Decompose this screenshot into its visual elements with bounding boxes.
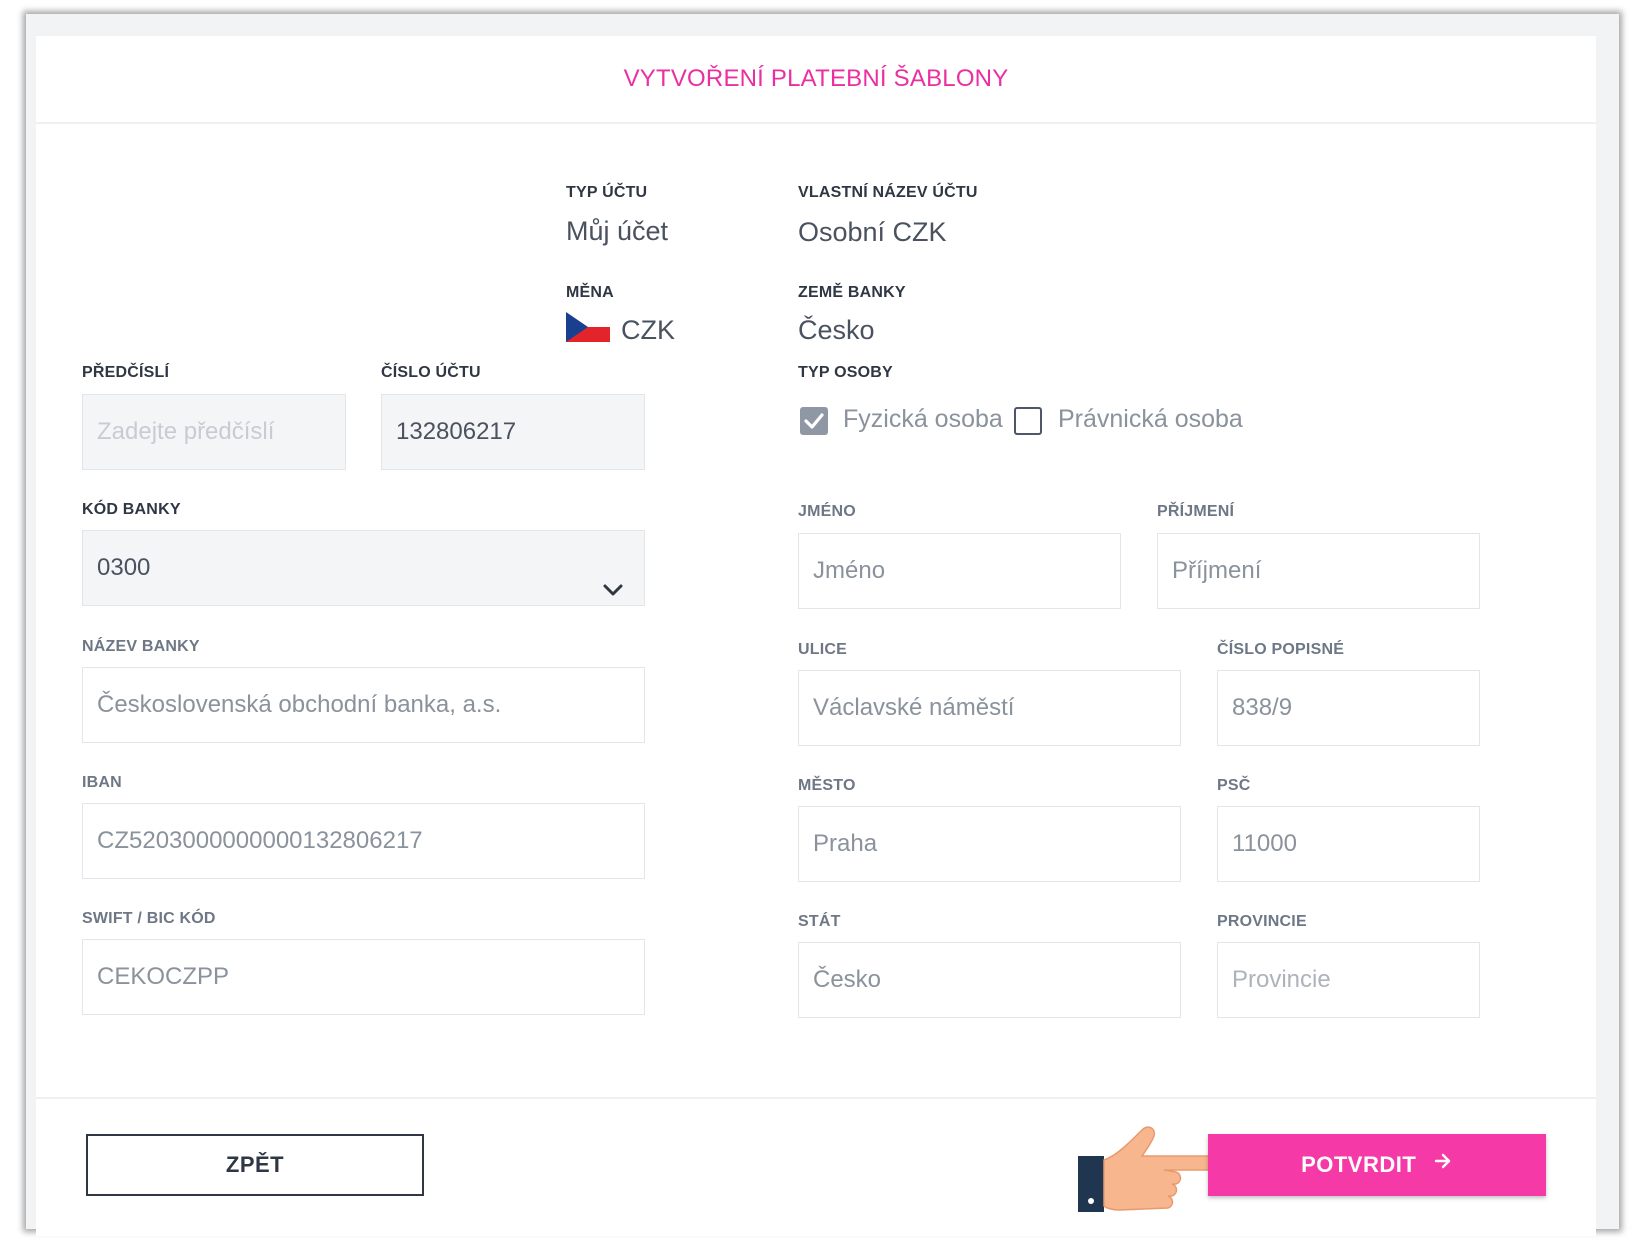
czech-flag-icon [566,312,610,342]
city-field: Praha [798,806,1181,882]
province-label: PROVINCIE [1217,913,1307,930]
pointing-hand-icon [1076,1126,1221,1241]
bank-name-label: NÁZEV BANKY [82,638,200,655]
swift-field: CEKOCZPP [82,939,645,1015]
bank-country-label: ZEMĚ BANKY [798,284,906,301]
account-type-value: Můj účet [566,216,669,246]
last-name-field: Příjmení [1157,533,1480,609]
window-frame: VYTVOŘENÍ PLATEBNÍ ŠABLONY TYP ÚČTU Můj … [26,14,1619,1236]
bank-name-field: Československá obchodní banka, a.s. [82,667,645,743]
street-label: ULICE [798,641,847,658]
zip-field: 11000 [1217,806,1480,882]
person-type-label: TYP OSOBY [798,364,893,381]
province-field: Provincie [1217,942,1480,1018]
street-field: Václavské náměstí [798,670,1181,746]
first-name-field: Jméno [798,533,1121,609]
province-placeholder: Provincie [1232,966,1331,993]
footer-divider [36,1097,1596,1099]
currency-value: CZK [621,315,675,345]
house-number-field: 838/9 [1217,670,1480,746]
legal-person-checkbox[interactable] [1014,407,1042,435]
checkmark-icon [804,413,824,429]
account-number-label: ČÍSLO ÚČTU [381,364,481,381]
prefix-input[interactable]: Zadejte předčíslí [82,394,346,470]
first-name-label: JMÉNO [798,503,856,520]
state-label: STÁT [798,913,841,930]
natural-person-label[interactable]: Fyzická osoba [843,405,1003,434]
chevron-down-icon [602,557,624,596]
state-field: Česko [798,942,1181,1018]
legal-person-label[interactable]: Právnická osoba [1058,405,1243,434]
account-number-input[interactable]: 132806217 [381,394,645,470]
bank-code-value: 0300 [97,554,151,581]
arrow-right-icon [1433,1133,1453,1195]
prefix-label: PŘEDČÍSLÍ [82,364,170,381]
swift-label: SWIFT / BIC KÓD [82,910,216,927]
account-name-label: VLASTNÍ NÁZEV ÚČTU [798,184,978,201]
prefix-placeholder: Zadejte předčíslí [97,418,275,445]
bank-country-value: Česko [798,315,875,345]
account-name-value: Osobní CZK [798,217,947,247]
city-label: MĚSTO [798,777,856,794]
account-type-label: TYP ÚČTU [566,184,648,201]
confirm-label: POTVRDIT [1301,1152,1417,1177]
house-number-label: ČÍSLO POPISNÉ [1217,641,1345,658]
currency-label: MĚNA [566,284,614,301]
back-button[interactable]: ZPĚT [86,1134,424,1196]
confirm-button[interactable]: POTVRDIT [1208,1134,1546,1196]
natural-person-checkbox[interactable] [800,407,828,435]
bank-code-label: KÓD BANKY [82,501,181,518]
bank-code-select[interactable]: 0300 [82,530,645,606]
payment-template-panel: VYTVOŘENÍ PLATEBNÍ ŠABLONY TYP ÚČTU Můj … [36,36,1596,1236]
last-name-label: PŘÍJMENÍ [1157,503,1235,520]
zip-label: PSČ [1217,777,1251,794]
iban-label: IBAN [82,774,122,791]
page-title: VYTVOŘENÍ PLATEBNÍ ŠABLONY [36,36,1596,124]
iban-field: CZ5203000000000132806217 [82,803,645,879]
